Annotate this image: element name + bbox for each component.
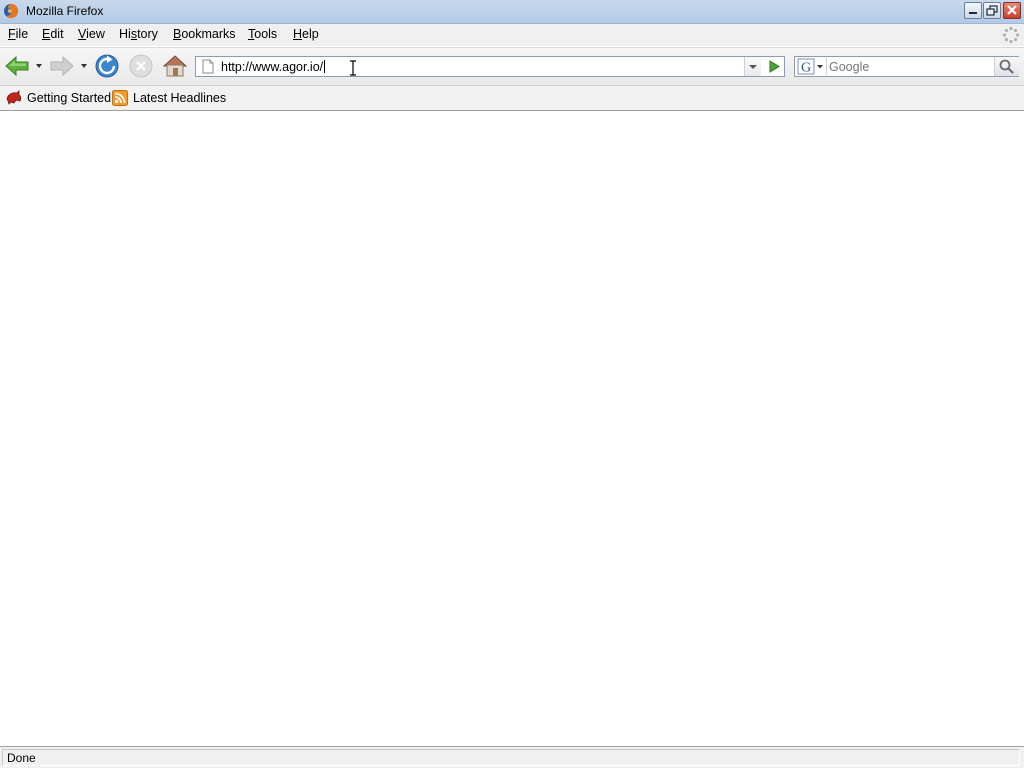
- url-text[interactable]: http://www.agor.io/: [221, 60, 326, 74]
- page-icon: [202, 59, 214, 74]
- restore-button[interactable]: [983, 2, 1001, 19]
- restore-icon: [986, 5, 998, 16]
- page-content: [0, 111, 1024, 746]
- forward-history-dropdown-icon[interactable]: [80, 62, 88, 70]
- firefox-logo-icon: [4, 4, 19, 19]
- firefox-bookmark-icon: [6, 90, 22, 105]
- url-history-dropdown[interactable]: [744, 57, 761, 76]
- go-button[interactable]: [764, 57, 784, 76]
- svg-text:G: G: [801, 61, 811, 76]
- navigation-toolbar: http://www.agor.io/ G: [0, 47, 1024, 86]
- menu-file[interactable]: File: [8, 27, 28, 41]
- search-engine-selector[interactable]: G: [796, 58, 827, 76]
- menu-help[interactable]: Help: [293, 27, 319, 41]
- stop-icon[interactable]: [128, 53, 154, 79]
- home-icon[interactable]: [162, 53, 188, 79]
- minimize-icon: [969, 12, 977, 14]
- go-arrow-icon: [769, 60, 780, 73]
- url-bar[interactable]: http://www.agor.io/: [195, 56, 785, 77]
- reload-icon[interactable]: [94, 53, 120, 79]
- menu-bookmarks[interactable]: Bookmarks: [173, 27, 236, 41]
- title-bar: Mozilla Firefox: [0, 0, 1024, 24]
- window-title: Mozilla Firefox: [26, 4, 104, 18]
- status-bar: Done: [0, 746, 1024, 768]
- back-history-dropdown-icon[interactable]: [35, 62, 43, 70]
- search-bar[interactable]: G: [794, 56, 1019, 77]
- status-text: Done: [7, 751, 36, 765]
- back-arrow-icon[interactable]: [4, 53, 30, 79]
- menu-tools[interactable]: Tools: [248, 27, 277, 41]
- forward-arrow-icon[interactable]: [49, 53, 75, 79]
- close-icon: [1007, 5, 1017, 15]
- close-button[interactable]: [1003, 2, 1021, 19]
- throbber-icon: [1002, 26, 1020, 44]
- browser-window: Mozilla Firefox File Edit View History B…: [0, 0, 1024, 768]
- search-button[interactable]: [994, 57, 1019, 76]
- menu-edit[interactable]: Edit: [42, 27, 64, 41]
- text-caret: [324, 60, 326, 73]
- ibeam-cursor-icon: [350, 60, 356, 76]
- menu-view[interactable]: View: [78, 27, 105, 41]
- menu-bar: File Edit View History Bookmarks Tools H…: [0, 24, 1024, 46]
- search-input[interactable]: [829, 57, 989, 76]
- minimize-button[interactable]: [964, 2, 982, 19]
- menu-history[interactable]: History: [119, 27, 158, 41]
- status-panel: Done: [2, 749, 1020, 766]
- magnifier-icon: [999, 59, 1014, 74]
- google-engine-icon: G: [797, 58, 823, 76]
- bookmarks-toolbar: Getting Started Latest Headlines: [0, 86, 1024, 111]
- chevron-down-icon: [749, 65, 757, 69]
- rss-feed-icon: [112, 90, 128, 106]
